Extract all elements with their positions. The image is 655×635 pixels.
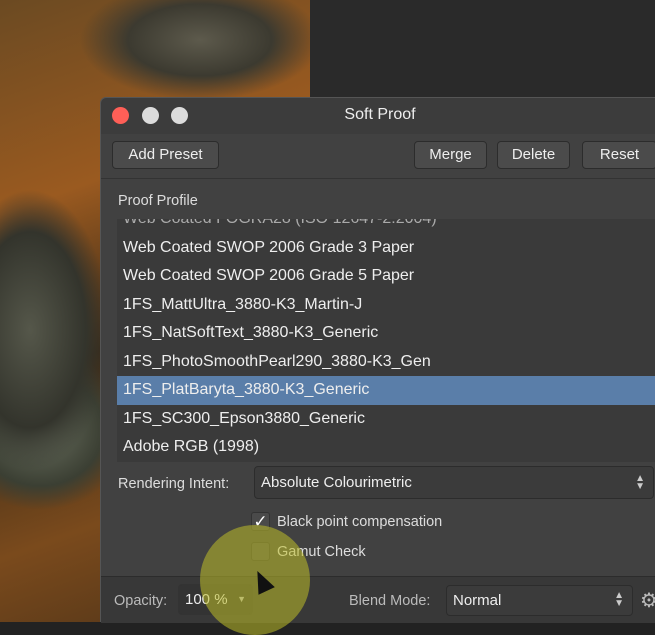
black-point-checkbox[interactable]: ✓ [251,512,270,531]
add-preset-button[interactable]: Add Preset [112,141,219,169]
list-item[interactable]: 1FS_MattUltra_3880-K3_Martin-J [117,291,655,320]
rendering-intent-value: Absolute Colourimetric [261,474,412,491]
dropdown-arrow-icon: ▼ [237,594,246,604]
gamut-check-checkbox[interactable] [251,542,270,561]
list-item[interactable]: Adobe RGB (1998) [117,433,655,462]
list-item-selected[interactable]: 1FS_PlatBaryta_3880-K3_Generic [117,376,655,405]
list-item[interactable]: Web Coated FOGRA28 (ISO 12647-2:2004) [117,219,655,234]
black-point-label: Black point compensation [277,514,443,530]
merge-button[interactable]: Merge [414,141,487,169]
reset-button[interactable]: Reset [582,141,655,169]
rendering-intent-select[interactable]: Absolute Colourimetric ▲ ▼ [254,466,654,499]
proof-profile-label: Proof Profile [118,193,198,209]
stepper-arrows-icon: ▲ ▼ [614,590,624,609]
gear-icon[interactable]: ⚙ [640,588,655,613]
list-item[interactable]: 1FS_PhotoSmoothPearl290_3880-K3_Gen [117,348,655,377]
stepper-arrows-icon: ▲ ▼ [635,473,645,492]
soft-proof-dialog: Soft Proof Add Preset Merge Delete Reset… [100,97,655,623]
title-bar[interactable]: Soft Proof [101,98,655,134]
rendering-intent-label: Rendering Intent: [118,476,230,492]
gamut-check-label: Gamut Check [277,544,366,560]
delete-button[interactable]: Delete [497,141,570,169]
proof-profile-list[interactable]: Web Coated FOGRA28 (ISO 12647-2:2004) We… [117,219,655,462]
blend-mode-value: Normal [453,592,502,609]
list-item[interactable]: Web Coated SWOP 2006 Grade 5 Paper [117,262,655,291]
window-title: Soft Proof [344,106,416,123]
list-item[interactable]: 1FS_SC300_Epson3880_Generic [117,405,655,434]
blend-mode-label: Blend Mode: [349,593,431,609]
opacity-label: Opacity: [114,593,168,609]
list-item[interactable]: 1FS_NatSoftText_3880-K3_Generic [117,319,655,348]
divider [101,178,655,179]
opacity-field[interactable]: 100 % ▼ [178,584,253,615]
blend-mode-select[interactable]: Normal ▲ ▼ [446,585,633,616]
bottom-bar: Opacity: 100 % ▼ Blend Mode: Normal ▲ ▼ ⚙ [101,576,655,623]
list-item[interactable]: Web Coated SWOP 2006 Grade 3 Paper [117,234,655,263]
opacity-value: 100 % [185,591,228,608]
